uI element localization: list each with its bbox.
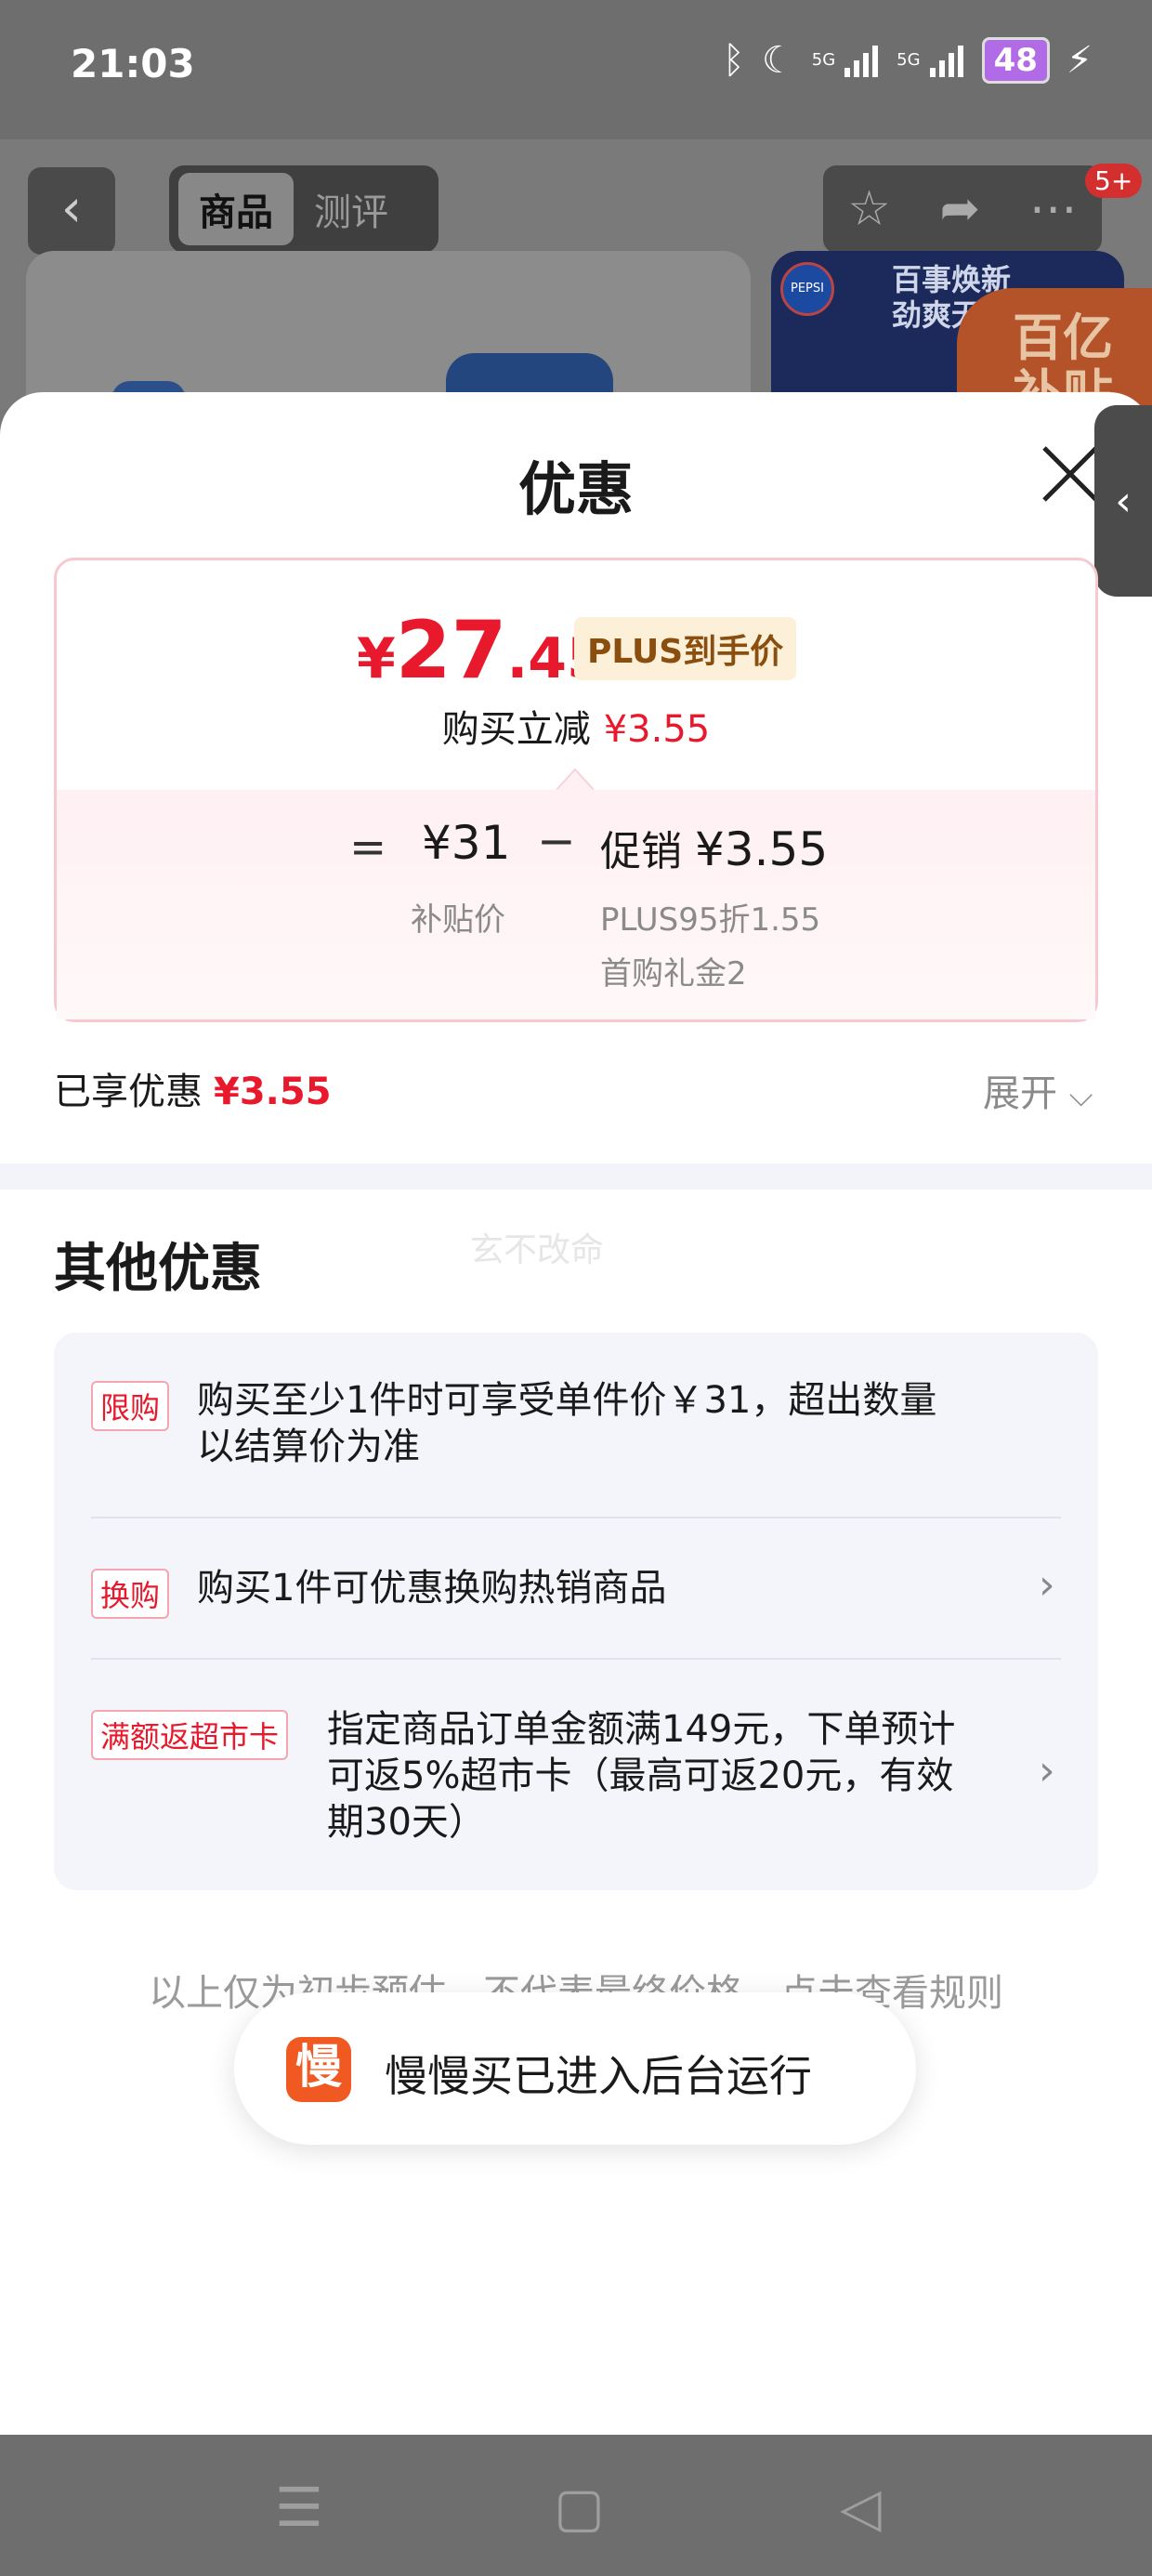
chevron-right-icon: ›	[1039, 1747, 1055, 1794]
status-icons: ᛒ ☾ 5G 5G 48 ⚡	[723, 37, 1093, 84]
side-collapse-handle[interactable]: ‹	[1094, 405, 1152, 597]
price-currency: ¥	[357, 626, 396, 691]
reduction-value: ¥3.55	[603, 708, 711, 751]
promo-item-first-gift: 首购礼金2	[600, 955, 747, 992]
promo-item-plus95: PLUS95折1.55	[600, 901, 821, 939]
moon-icon: ☾	[761, 39, 795, 82]
subsidy-price: ¥31	[422, 816, 511, 870]
plus-price-tag: PLUS到手价	[574, 617, 797, 680]
watermark: 玄不改命	[470, 1231, 605, 1269]
close-icon[interactable]	[1039, 442, 1102, 506]
offer-text-line: 购买至少1件时可享受单件价￥31，超出数量	[197, 1379, 937, 1422]
offer-text-supermarket-card: 指定商品订单金额满149元，下单预计 可返5%超市卡（最高可返20元，有效 期3…	[327, 1706, 955, 1846]
pepsi-logo: PEPSI	[780, 262, 834, 316]
notification-badge: 5+	[1085, 164, 1143, 198]
other-offers-title: 其他优惠	[54, 1239, 262, 1299]
signal-5g-2-icon	[929, 46, 963, 77]
offer-text-line: 可返5%超市卡（最高可返20元，有效	[327, 1755, 954, 1797]
chevron-right-icon: ›	[1039, 1561, 1055, 1609]
status-time: 21:03	[71, 41, 195, 86]
offer-tag-supermarket-card: 满额返超市卡	[91, 1710, 289, 1760]
offer-tag-exchange: 换购	[91, 1569, 170, 1619]
home-icon[interactable]: ▢	[554, 2476, 605, 2539]
bluetooth-icon: ᛒ	[722, 39, 745, 82]
menu-icon[interactable]: ☰	[275, 2476, 323, 2539]
section-divider	[0, 1163, 1152, 1189]
app-logo-subtitle: 618比价	[296, 2087, 341, 2100]
back-button[interactable]: ‹	[28, 167, 115, 255]
reduction-label: 购买立减	[441, 708, 591, 751]
notch-pointer	[556, 768, 595, 792]
equals-sign: =	[349, 821, 387, 874]
promotion-amount: 促销 ¥3.55	[600, 818, 828, 877]
top-actions: ☆ ➦ ⋯	[823, 165, 1102, 253]
price-integer: 27	[395, 604, 507, 697]
charging-icon: ⚡	[1066, 39, 1093, 82]
offer-text-line: 以结算价为准	[197, 1426, 420, 1468]
enjoyed-value: ¥3.55	[214, 1071, 332, 1113]
network-label: 5G	[811, 50, 836, 70]
promotion-label: 促销	[600, 828, 682, 875]
offer-text-exchange: 购买1件可优惠换购热销商品	[197, 1567, 667, 1610]
tab-product[interactable]: 商品	[178, 173, 294, 245]
sheet-title: 优惠	[517, 455, 634, 523]
other-offers-list: 限购 购买至少1件时可享受单件价￥31，超出数量 以结算价为准 换购 购买1件可…	[54, 1333, 1098, 1890]
signal-5g-1-icon	[844, 46, 879, 77]
product-tabs: 商品 测评	[169, 165, 439, 253]
toast-message: 慢慢买已进入后台运行	[385, 2051, 812, 2101]
purchase-reduction: 购买立减 ¥3.55	[0, 699, 1152, 753]
chevron-down-icon: ⌵	[1068, 1077, 1093, 1114]
enjoyed-label: 已享优惠	[54, 1071, 203, 1113]
expand-label: 展开	[983, 1072, 1057, 1115]
subsidy-price-label: 补贴价	[411, 901, 505, 939]
offer-tag-limit: 限购	[91, 1381, 170, 1431]
network-label: 5G	[897, 50, 921, 70]
chevron-left-icon: ‹	[1115, 477, 1132, 525]
promotion-value: ¥3.55	[695, 822, 829, 876]
row-divider	[91, 1658, 1061, 1660]
enjoyed-discount: 已享优惠 ¥3.55	[54, 1061, 332, 1115]
row-divider	[91, 1517, 1061, 1518]
offer-text-line: 期30天）	[327, 1801, 486, 1844]
final-price: ¥27.45	[357, 604, 606, 697]
share-icon[interactable]: ➦	[940, 181, 981, 237]
back-icon[interactable]: ◁	[840, 2476, 882, 2539]
minus-sign: −	[537, 814, 576, 868]
price-breakdown-lower	[57, 790, 1095, 1019]
tab-review[interactable]: 测评	[294, 173, 409, 245]
expand-button[interactable]: 展开 ⌵	[983, 1063, 1093, 1117]
offer-text-limit: 购买至少1件时可享受单件价￥31，超出数量 以结算价为准	[197, 1377, 936, 1470]
more-icon[interactable]: ⋯	[1029, 181, 1078, 237]
star-icon[interactable]: ☆	[847, 181, 891, 237]
offer-text-line: 指定商品订单金额满149元，下单预计	[327, 1708, 956, 1751]
battery-indicator: 48	[981, 37, 1050, 84]
